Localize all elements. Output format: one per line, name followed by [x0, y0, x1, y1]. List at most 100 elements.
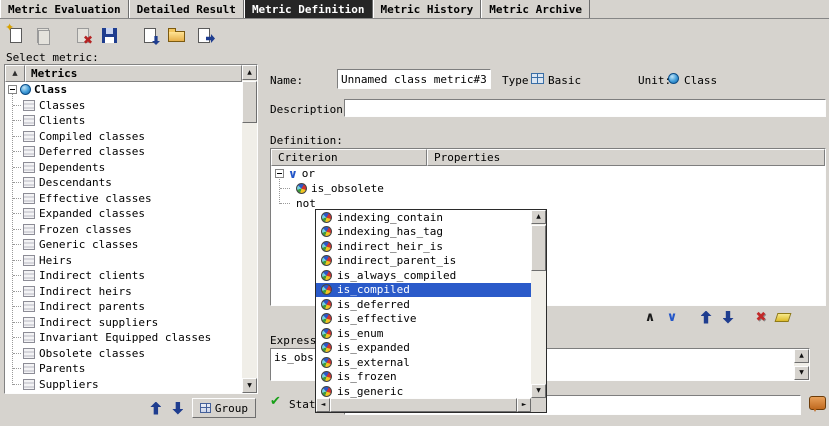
tree-item[interactable]: Classes [5, 98, 242, 114]
name-label: Name: [270, 74, 303, 87]
clear-definition-button[interactable] [774, 308, 792, 326]
tab-label: Detailed Result [137, 3, 236, 16]
tab-label: Metric History [381, 3, 474, 16]
and-operator-button[interactable]: ∧ [641, 308, 659, 326]
dropdown-item[interactable]: indirect_heir_is [316, 239, 531, 254]
tree-item-label: Indirect clients [39, 269, 145, 282]
tree-item-label: Suppliers [39, 378, 99, 391]
criterion-icon [321, 357, 332, 368]
new-metric-button[interactable]: ✦ [4, 24, 27, 46]
tree-item[interactable]: Indirect heirs [5, 284, 242, 300]
scroll-thumb[interactable] [531, 225, 546, 271]
tree-item[interactable]: Heirs [5, 253, 242, 269]
open-metric-file-button[interactable] [165, 24, 188, 46]
move-criterion-up-button[interactable] [697, 308, 715, 326]
tree-item[interactable]: Invariant Equipped classes [5, 330, 242, 346]
export-metrics-button[interactable] [192, 24, 215, 46]
tree-item[interactable]: Expanded classes [5, 206, 242, 222]
metric-icon [23, 363, 35, 374]
dropdown-item[interactable]: is_generic [316, 384, 531, 398]
scroll-left-button[interactable]: ◄ [316, 398, 330, 412]
criterion-row-is-obsolete[interactable]: is_obsolete [271, 181, 825, 196]
dropdown-item-label: indexing_has_tag [337, 225, 443, 238]
tree-item[interactable]: Dependents [5, 160, 242, 176]
tree-item[interactable]: Clients [5, 113, 242, 129]
tree-item[interactable]: Effective classes [5, 191, 242, 207]
tree-item[interactable]: Frozen classes [5, 222, 242, 238]
tree-item-label: Obsolete classes [39, 347, 145, 360]
delete-icon: ✖ [756, 311, 767, 324]
dropdown-item[interactable]: is_deferred [316, 297, 531, 312]
tree-item[interactable]: Parents [5, 361, 242, 377]
tree-item[interactable]: Generic classes [5, 237, 242, 253]
column-header-criterion[interactable]: Criterion [271, 149, 427, 166]
group-button-label: Group [215, 402, 248, 415]
tree-line [13, 260, 21, 261]
scroll-thumb[interactable] [330, 398, 517, 412]
scroll-up-button[interactable]: ▲ [794, 349, 809, 363]
scroll-up-button[interactable]: ▲ [531, 210, 546, 224]
column-header-properties[interactable]: Properties [427, 149, 825, 166]
scroll-down-button[interactable]: ▼ [794, 366, 809, 380]
tree-item-label: Dependents [39, 161, 105, 174]
tree-header-label[interactable]: Metrics [25, 65, 242, 82]
tree-item[interactable]: Indirect parents [5, 299, 242, 315]
tab[interactable]: Metric Archive [481, 0, 590, 18]
remove-criterion-button[interactable]: ✖ [752, 308, 770, 326]
move-metric-up-button[interactable] [148, 400, 164, 416]
dropdown-item[interactable]: indirect_parent_is [316, 254, 531, 269]
tree-item[interactable]: Indirect suppliers [5, 315, 242, 331]
dropdown-hscrollbar[interactable]: ◄ ► [316, 398, 531, 412]
expression-scrollbar[interactable]: ▲ ▼ [794, 349, 809, 380]
tab[interactable]: Metric Definition [244, 0, 373, 18]
scrollbar-corner [531, 398, 546, 412]
comment-icon[interactable] [809, 396, 826, 410]
copy-metric-button[interactable] [31, 24, 54, 46]
dropdown-item[interactable]: indexing_has_tag [316, 225, 531, 240]
save-metric-button[interactable] [98, 24, 121, 46]
tree-item[interactable]: Suppliers [5, 377, 242, 393]
import-metrics-button[interactable] [138, 24, 161, 46]
delete-metric-button[interactable]: ✖ [71, 24, 94, 46]
tree-scrollbar[interactable]: ▲ ▼ [242, 65, 257, 393]
tree-item-class[interactable]: Class [5, 82, 242, 98]
dropdown-item[interactable]: is_effective [316, 312, 531, 327]
tree-item[interactable]: Deferred classes [5, 144, 242, 160]
tree-item[interactable]: Compiled classes [5, 129, 242, 145]
dropdown-vscrollbar[interactable]: ▲ ▼ [531, 210, 546, 398]
metric-icon [23, 131, 35, 142]
scroll-up-button[interactable]: ▲ [242, 65, 257, 80]
tree-column-header[interactable]: ▲ Metrics [5, 65, 242, 82]
tab[interactable]: Metric Evaluation [0, 0, 129, 18]
criterion-row-or[interactable]: ∨ or [271, 166, 825, 181]
description-input[interactable] [344, 99, 826, 117]
tree-item[interactable]: Indirect clients [5, 268, 242, 284]
tree-line [13, 136, 21, 137]
dropdown-item[interactable]: is_always_compiled [316, 268, 531, 283]
scroll-thumb[interactable] [242, 81, 257, 123]
scroll-right-button[interactable]: ► [517, 398, 531, 412]
group-button[interactable]: Group [192, 398, 256, 418]
move-metric-down-button[interactable] [170, 400, 186, 416]
tab-bar: Metric Evaluation Detailed Result Metric… [0, 0, 829, 19]
dropdown-item[interactable]: is_compiled [316, 283, 531, 298]
tab[interactable]: Detailed Result [129, 0, 244, 18]
dropdown-item[interactable]: is_enum [316, 326, 531, 341]
scroll-right-icon: ► [522, 402, 527, 408]
name-input[interactable] [337, 69, 491, 89]
dropdown-item[interactable]: is_external [316, 355, 531, 370]
tree-item[interactable]: Obsolete classes [5, 346, 242, 362]
dropdown-item[interactable]: is_frozen [316, 370, 531, 385]
move-criterion-down-button[interactable] [719, 308, 737, 326]
scroll-down-button[interactable]: ▼ [531, 384, 546, 398]
dropdown-item[interactable]: indexing_contain [316, 210, 531, 225]
dropdown-item[interactable]: is_expanded [316, 341, 531, 356]
up-arrow-icon [150, 402, 161, 415]
tab[interactable]: Metric History [373, 0, 482, 18]
save-icon [102, 28, 117, 43]
tree-item[interactable]: Descendants [5, 175, 242, 191]
or-operator-button[interactable]: ∨ [663, 308, 681, 326]
scroll-down-button[interactable]: ▼ [242, 378, 257, 393]
sort-asc-icon[interactable]: ▲ [5, 65, 25, 82]
tree-line [13, 182, 21, 183]
